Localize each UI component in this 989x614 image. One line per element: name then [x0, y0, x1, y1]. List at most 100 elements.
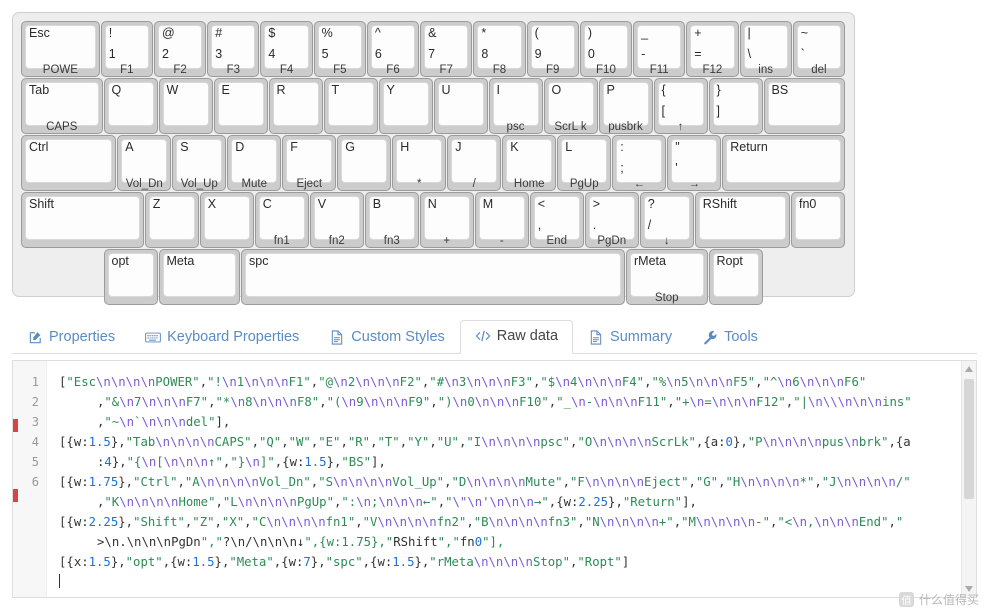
keyboard-key[interactable]: G	[337, 135, 392, 191]
editor-scrollbar[interactable]	[961, 361, 976, 597]
key-label-sub: F3	[226, 64, 241, 76]
keyboard-key[interactable]: U	[433, 78, 488, 134]
keyboard-key[interactable]: " ' →	[667, 135, 722, 191]
keyboard-key[interactable]: ^ 6 F6	[366, 21, 420, 77]
keyboard-preview-panel: Esc POWE! 1 F1 @2 F2 #3 F3 $4 F4% 5 F5 ^ 6 F6 & 7 F7 * 8 F8(…	[12, 12, 855, 305]
keyboard-key[interactable]: Cfn1	[254, 192, 309, 248]
key-label-top: &	[428, 26, 437, 40]
keyboard-key[interactable]: T	[323, 78, 378, 134]
keyboard-key[interactable]: J /	[447, 135, 502, 191]
keyboard-key[interactable]: >. PgDn	[584, 192, 639, 248]
tab-keyboard-properties[interactable]: Keyboard Properties	[130, 321, 314, 354]
code-line: [{w:2.25},"Shift","Z","X","C\n\n\n\nfn1"…	[59, 515, 904, 529]
keyboard-key[interactable]: | \ ins	[739, 21, 792, 77]
keyboard-key[interactable]: spc	[241, 249, 625, 305]
keyboard-key[interactable]: Ipsc	[488, 78, 543, 134]
keyboard-key[interactable]: A Vol_Dn	[117, 135, 172, 191]
key-label-top: *	[481, 26, 487, 40]
keyboard-key[interactable]: S Vol_Up	[172, 135, 227, 191]
key-label-sub: F2	[173, 64, 187, 76]
key-label-top: @	[161, 26, 175, 40]
keyboard-key[interactable]: Ppusbrk	[598, 78, 653, 134]
key-label-top: I	[496, 83, 500, 97]
tab-properties[interactable]: Properties	[12, 321, 130, 354]
keyboard-key[interactable]: $4 F4	[260, 21, 313, 77]
keyboard-key[interactable]: Ctrl	[21, 135, 117, 191]
key-label-top: opt	[111, 254, 129, 268]
raw-data-editor[interactable]: 123456 ["Esc\n\n\n\nPOWER","!\n1\n\n\nF1…	[12, 360, 977, 598]
keyboard-key[interactable]: H *	[392, 135, 447, 191]
key-label-top: R	[276, 83, 286, 97]
keyboard-key[interactable]: X	[199, 192, 254, 248]
keyboard-key[interactable]: RShift	[694, 192, 790, 248]
key-label-top: #	[215, 26, 223, 40]
watermark-text: 什么值得买	[918, 593, 979, 607]
keyboard-key[interactable]: rMeta Stop	[626, 249, 708, 305]
key-label-sub: fn2	[328, 235, 345, 247]
keyboard-key[interactable]: {[↑	[653, 78, 708, 134]
tab-summary[interactable]: Summary	[573, 321, 687, 354]
keyboard-key[interactable]: Ropt	[708, 249, 763, 305]
tab-tools[interactable]: Tools	[687, 321, 773, 354]
keyboard-key[interactable]: Q	[103, 78, 158, 134]
keyboard-key[interactable]: Tab CAPS	[21, 78, 103, 134]
keyboard-key[interactable]: Esc POWE	[21, 21, 100, 77]
keyboard-key[interactable]: N +	[419, 192, 474, 248]
key-label-bottom: ,	[537, 218, 542, 232]
keyboard-key[interactable]: Shift	[21, 192, 144, 248]
scroll-up-arrow-icon[interactable]	[965, 366, 973, 372]
keyboard-key[interactable]: M-	[474, 192, 529, 248]
keyboard-key[interactable]: <, End	[529, 192, 584, 248]
keyboard-key[interactable]: R	[268, 78, 323, 134]
key-label-sub: F9	[546, 64, 560, 76]
keyboard-key[interactable]: ~ ` del	[792, 21, 845, 77]
key-label-top: O	[551, 83, 562, 97]
keyboard-key[interactable]: Z	[144, 192, 199, 248]
key-label-top: Shift	[29, 197, 55, 211]
keyboard-key[interactable]: Bfn3	[364, 192, 419, 248]
tab-custom-styles[interactable]: Custom Styles	[314, 321, 459, 354]
keyboard-key[interactable]: }]	[708, 78, 763, 134]
key-label-sub: -	[499, 235, 504, 247]
key-label-top: N	[427, 197, 437, 211]
keyboard-key[interactable]: % 5 F5	[313, 21, 366, 77]
keyboard-row: Ctrl A Vol_Dn S Vol_Up D Mute F Eject G H * J / K Home L…	[21, 135, 846, 191]
code-line: [{x:1.5},"opt",{w:1.5},"Meta",{w:7},"spc…	[59, 555, 630, 569]
keyboard-key[interactable]: Meta	[158, 249, 240, 305]
scrollbar-thumb[interactable]	[964, 379, 974, 499]
keyboard-key[interactable]: & 7 F7	[420, 21, 473, 77]
keyboard-key[interactable]: opt	[103, 249, 158, 305]
key-label-sub: +	[443, 235, 451, 247]
keyboard-key[interactable]: * 8 F8	[473, 21, 526, 77]
keyboard-key[interactable]: fn0	[791, 192, 845, 248]
keyboard-key[interactable]: D Mute	[227, 135, 282, 191]
keyboard-key[interactable]: L PgUp	[557, 135, 612, 191]
key-label-top: X	[207, 197, 217, 211]
wrench-icon	[702, 329, 718, 345]
keyboard-key[interactable]: ) 0 F10	[579, 21, 633, 77]
keyboard-key[interactable]: Y	[378, 78, 433, 134]
key-label-bottom: 8	[481, 47, 489, 61]
keyboard-key[interactable]: _ - F11	[633, 21, 686, 77]
keyboard-key[interactable]: + = F12	[686, 21, 739, 77]
keyboard-key[interactable]: W	[158, 78, 213, 134]
key-label-sub: End	[546, 235, 567, 247]
key-label-sub: F11	[649, 64, 669, 76]
editor-code-area[interactable]: ["Esc\n\n\n\nPOWER","!\n1\n\n\nF1","@\n2…	[47, 361, 976, 597]
keyboard-key[interactable]: F Eject	[282, 135, 337, 191]
key-label-bottom: 0	[587, 47, 595, 61]
keyboard-key[interactable]: :; ←	[612, 135, 667, 191]
keyboard-key[interactable]: Return	[722, 135, 845, 191]
keyboard-key[interactable]: ? / ↓	[639, 192, 694, 248]
keyboard-key[interactable]: (9 F9	[526, 21, 579, 77]
keyboard-key[interactable]: ! 1 F1	[100, 21, 153, 77]
keyboard-key[interactable]: BS	[763, 78, 845, 134]
tab-raw-data[interactable]: Raw data	[459, 320, 574, 354]
keyboard-key[interactable]: Vfn2	[309, 192, 364, 248]
keyboard-key[interactable]: @2 F2	[153, 21, 207, 77]
key-label-sub: ↑	[677, 121, 684, 133]
keyboard-key[interactable]: #3 F3	[207, 21, 260, 77]
keyboard-key[interactable]: K Home	[502, 135, 557, 191]
keyboard-key[interactable]: E	[213, 78, 268, 134]
keyboard-key[interactable]: O ScrL k	[543, 78, 598, 134]
